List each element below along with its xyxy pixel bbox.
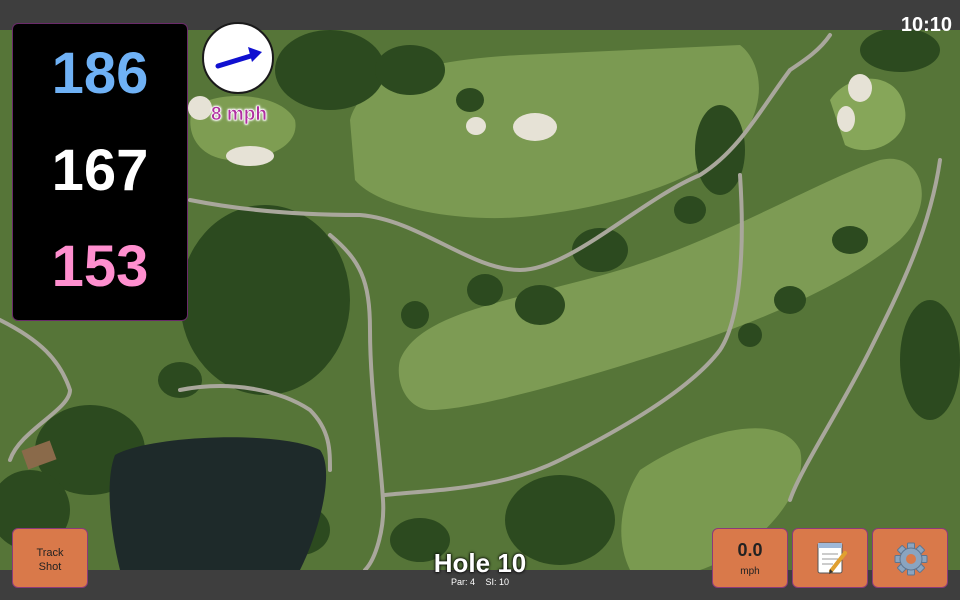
speed-button[interactable]: 0.0 mph [712, 528, 788, 588]
notes-button[interactable] [792, 528, 868, 588]
track-shot-label-line2: Shot [38, 561, 62, 573]
status-time: 10:10 [900, 14, 952, 36]
distance-front: 153 [51, 234, 149, 299]
track-shot-label-line1: Track [36, 547, 64, 559]
wind-speed: 8 mph [211, 104, 268, 126]
hole-meta: Par: 4 SI: 10 [380, 577, 580, 587]
hole-par: Par: 4 [450, 577, 475, 587]
hole-stroke-index: SI: 10 [485, 577, 510, 587]
distance-panel: 186 167 153 [12, 23, 188, 321]
hole-title: Hole 10 [433, 548, 527, 578]
distance-middle: 167 [51, 138, 149, 203]
speed-value: 0.0 [737, 540, 763, 560]
track-shot-button[interactable]: Track Shot [12, 528, 88, 588]
wind-indicator [202, 22, 274, 94]
speed-unit: mph [740, 566, 760, 577]
distance-back: 186 [51, 41, 149, 106]
gear-icon [894, 542, 928, 576]
notepad-icon [817, 542, 847, 574]
arrow-right-icon [215, 47, 262, 69]
settings-button[interactable] [872, 528, 948, 588]
